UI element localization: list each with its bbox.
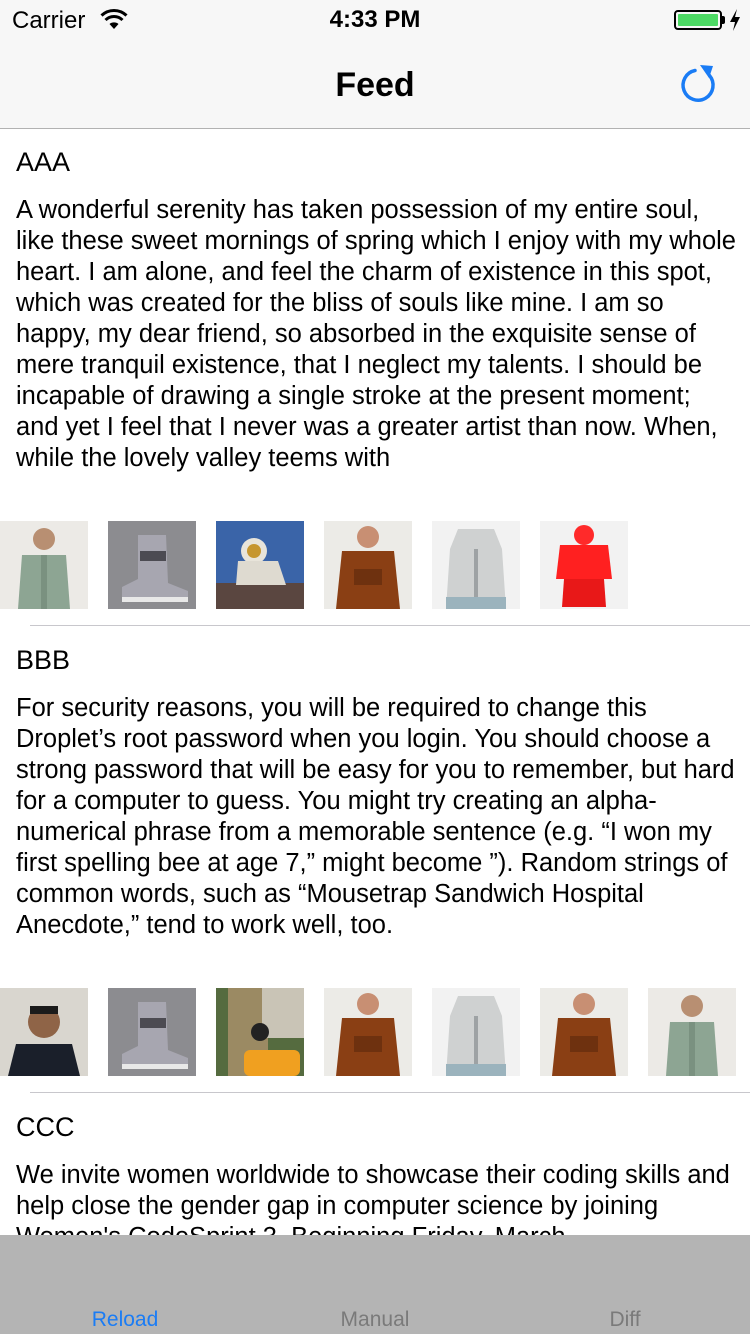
feed-list[interactable]: AAA A wonderful serenity has taken posse… xyxy=(0,129,750,1235)
man-portrait-photo[interactable] xyxy=(0,988,88,1076)
grey-sneaker-photo[interactable] xyxy=(108,521,196,609)
green-jacket-photo[interactable] xyxy=(0,521,88,609)
tab-bar: Reload Manual Diff xyxy=(0,1235,750,1334)
charging-bolt-icon xyxy=(730,9,740,31)
image-strip xyxy=(0,521,750,609)
status-time: 4:33 PM xyxy=(329,6,421,33)
brown-jacket-photo[interactable] xyxy=(540,988,628,1076)
tab-label: Diff xyxy=(609,1308,641,1331)
post-body: We invite women worldwide to showcase th… xyxy=(16,1161,730,1235)
brown-jacket-photo[interactable] xyxy=(324,988,412,1076)
red-tracksuit-photo[interactable] xyxy=(540,521,628,609)
tab-label: Manual xyxy=(340,1308,410,1331)
refresh-icon[interactable] xyxy=(675,58,725,108)
post-title: AAA xyxy=(16,147,71,177)
post-body: A wonderful serenity has taken possessio… xyxy=(16,196,736,472)
post-title: CCC xyxy=(16,1112,75,1142)
post-body: For security reasons, you will be requir… xyxy=(16,694,735,939)
battery-nub xyxy=(722,16,725,24)
grey-hoodie-photo[interactable] xyxy=(432,988,520,1076)
brown-jacket-photo[interactable] xyxy=(324,521,412,609)
tab-diff[interactable]: Diff xyxy=(500,1235,750,1334)
green-jacket-photo[interactable] xyxy=(648,988,736,1076)
separator xyxy=(30,1092,750,1093)
tab-reload[interactable]: Reload xyxy=(0,1235,250,1334)
astronaut-photo[interactable] xyxy=(216,521,304,609)
page-title: Feed xyxy=(335,66,415,104)
grey-hoodie-photo[interactable] xyxy=(432,521,520,609)
post-title: BBB xyxy=(16,645,71,675)
tab-manual[interactable]: Manual xyxy=(250,1235,500,1334)
tab-label: Reload xyxy=(91,1308,159,1331)
status-bar: Carrier 4:33 PM xyxy=(0,0,750,40)
navigation-bar: Feed xyxy=(0,40,750,129)
battery-icon xyxy=(674,10,722,30)
watch-wrist-photo[interactable] xyxy=(216,988,304,1076)
separator xyxy=(30,625,750,626)
image-strip xyxy=(0,988,750,1076)
grey-sneaker-photo[interactable] xyxy=(108,988,196,1076)
